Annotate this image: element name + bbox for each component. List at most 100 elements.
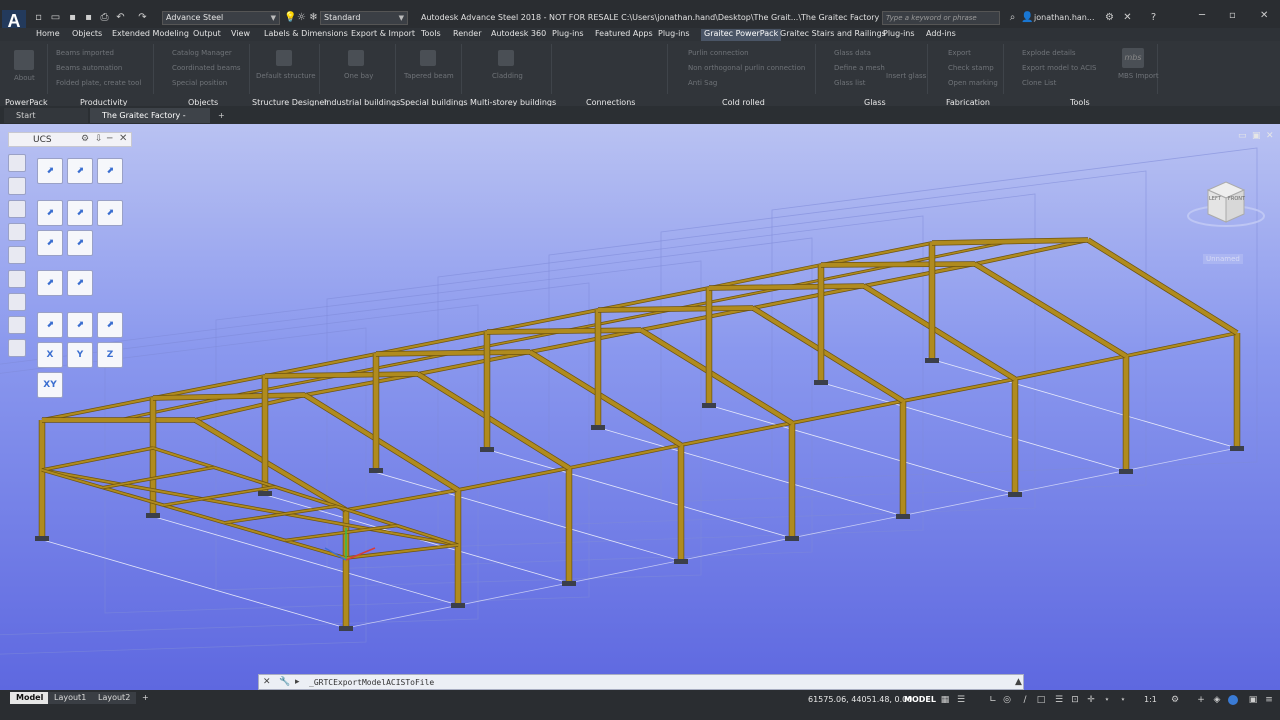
ucs-rot-y-button[interactable]: ⬈	[67, 312, 93, 338]
side-tool-icon[interactable]	[8, 293, 26, 311]
ribbon-tab-plug-ins[interactable]: Plug-ins	[658, 29, 690, 41]
folded-plate-button[interactable]: Folded plate, create tool	[56, 79, 141, 87]
tapered-beam-button[interactable]: Tapered beam	[404, 72, 454, 80]
rafter[interactable]	[303, 393, 460, 492]
open-marking-button[interactable]: Open marking	[948, 79, 998, 87]
ucs-face-button[interactable]: ⬈	[67, 200, 93, 226]
viewport-minimize-icon[interactable]: ▭	[1238, 131, 1247, 141]
base-plate[interactable]	[369, 468, 383, 473]
rafter[interactable]	[751, 306, 905, 403]
eave-beam[interactable]	[1014, 354, 1127, 381]
cart-icon[interactable]: ⚙	[1104, 12, 1115, 23]
ribbon-tab-export-import[interactable]: Export & Import	[351, 29, 415, 41]
command-line[interactable]: ✕ 🔧 ▸ _GRTCExportModelACISToFile ▲	[258, 674, 1024, 690]
anti-sag-button[interactable]: Anti Sag	[688, 79, 717, 87]
ucs-zaxis-button[interactable]: ⬈	[37, 230, 63, 256]
ucs-view-2-button[interactable]: ⬈	[67, 270, 93, 296]
search-input[interactable]: Type a keyword or phrase	[882, 11, 1000, 25]
define-mesh-button[interactable]: Define a mesh	[834, 64, 885, 72]
user-icon[interactable]: 👤	[1021, 12, 1033, 23]
rafter[interactable]	[597, 306, 754, 312]
one-bay-icon[interactable]	[348, 50, 364, 66]
new-tab-button[interactable]: +	[212, 108, 234, 123]
ribbon-tab-graitec-stairs-and-railings[interactable]: Graitec Stairs and Railings	[780, 29, 886, 41]
ribbon-tab-tools[interactable]: Tools	[421, 29, 441, 41]
grid-axis-line[interactable]	[592, 425, 904, 517]
non-orthogonal-button[interactable]: Non orthogonal purlin connection	[688, 64, 805, 72]
mbs-import-button[interactable]: MBS Import	[1118, 72, 1159, 80]
floor-beam[interactable]	[345, 544, 459, 559]
grid-axis-line[interactable]	[370, 470, 682, 562]
isodraft-icon[interactable]: ∕	[1020, 695, 1030, 705]
workspace-gear-icon[interactable]: ⚙	[1170, 695, 1180, 705]
tapered-beam-icon[interactable]	[420, 50, 436, 66]
annotation-scale[interactable]: 1:1	[1144, 695, 1157, 704]
ucs-palette-header[interactable]: UCS ⚙ ⇩ ─ ✕	[8, 132, 132, 147]
isolate-icon[interactable]: ◈	[1212, 695, 1222, 705]
clone-list-button[interactable]: Clone List	[1022, 79, 1056, 87]
viewcube-left-face[interactable]: LEFT	[1209, 196, 1221, 202]
ribbon-tab-output[interactable]: Output	[193, 29, 221, 41]
side-tool-icon[interactable]	[8, 246, 26, 264]
rafter[interactable]	[486, 328, 642, 334]
base-plate[interactable]	[896, 514, 910, 519]
tab-start[interactable]: Start	[4, 108, 88, 123]
ribbon-tab-labels-dimensions[interactable]: Labels & Dimensions	[264, 29, 348, 41]
side-tool-icon[interactable]	[8, 339, 26, 357]
open-file-icon[interactable]: ▭	[50, 12, 61, 23]
eave-beam[interactable]	[345, 488, 459, 512]
ucs-world-button[interactable]: ⬈	[97, 158, 123, 184]
grid-icon[interactable]: ▦	[940, 695, 950, 705]
model-space-toggle[interactable]: MODEL	[904, 695, 936, 704]
side-tool-icon[interactable]	[8, 270, 26, 288]
minimize-icon[interactable]: ─	[107, 134, 112, 144]
close-command-icon[interactable]: ✕	[263, 677, 271, 687]
ucs-previous-button[interactable]: ⬈	[67, 230, 93, 256]
select-cycle-icon[interactable]: ⊡	[1070, 695, 1080, 705]
workspace-combo[interactable]: Advance Steel ▼	[162, 11, 280, 25]
rafter[interactable]	[820, 262, 976, 267]
rafter[interactable]	[639, 328, 794, 425]
ucs-view-button[interactable]: ⬈	[97, 200, 123, 226]
ribbon-tab-objects[interactable]: Objects	[72, 29, 102, 41]
base-plate[interactable]	[562, 581, 576, 586]
ribbon-tab-add-ins[interactable]: Add-ins	[926, 29, 956, 41]
rafter[interactable]	[862, 284, 1017, 381]
tab-graitec-factory[interactable]: The Graitec Factory - AS*	[90, 108, 210, 135]
settings-icon[interactable]: ⚙	[81, 134, 89, 144]
layer-combo[interactable]: Standard ▼	[320, 11, 408, 25]
close-icon[interactable]: ✕	[119, 133, 127, 144]
base-plate[interactable]	[1008, 492, 1022, 497]
base-plate[interactable]	[35, 536, 49, 541]
pin-icon[interactable]: ⇩	[95, 134, 103, 144]
ucs-origin-button[interactable]: ⬈	[37, 158, 63, 184]
viewcube-front-face[interactable]: FRONT	[1228, 196, 1245, 202]
eave-beam[interactable]	[680, 421, 793, 447]
ucs-named-button[interactable]: ⬈	[37, 270, 63, 296]
coordinated-beams-button[interactable]: Coordinated beams	[172, 64, 241, 72]
rafter[interactable]	[708, 284, 865, 290]
side-tool-icon[interactable]	[8, 154, 26, 172]
steel-frame-model[interactable]	[0, 124, 1280, 690]
command-input[interactable]: _GRTCExportModelACISToFile	[309, 678, 434, 687]
ribbon-tab-home[interactable]: Home	[36, 29, 60, 41]
catalog-manager-button[interactable]: Catalog Manager	[172, 49, 232, 57]
base-plate[interactable]	[258, 491, 272, 496]
viewcube-graphic[interactable]	[1186, 178, 1266, 238]
ribbon-tab-plug-ins[interactable]: Plug-ins	[552, 29, 584, 41]
save-icon[interactable]: ▪	[67, 12, 78, 23]
ribbon-tab-autodesk-360[interactable]: Autodesk 360	[491, 29, 546, 41]
ribbon-tab-view[interactable]: View	[231, 29, 250, 41]
structure-icon[interactable]	[276, 50, 292, 66]
base-plate[interactable]	[339, 626, 353, 631]
add-layout-button[interactable]: +	[136, 692, 155, 704]
minimize-button[interactable]: ─	[1199, 10, 1205, 21]
cladding-icon[interactable]	[498, 50, 514, 66]
rafter[interactable]	[264, 372, 419, 378]
y-button[interactable]: Y	[67, 342, 93, 368]
base-plate[interactable]	[1230, 446, 1244, 451]
insert-glass-button[interactable]: Insert glass	[886, 72, 926, 80]
base-plate[interactable]	[674, 559, 688, 564]
beams-automation-button[interactable]: Beams automation	[56, 64, 122, 72]
freeze-icon[interactable]: ❄	[308, 12, 319, 23]
